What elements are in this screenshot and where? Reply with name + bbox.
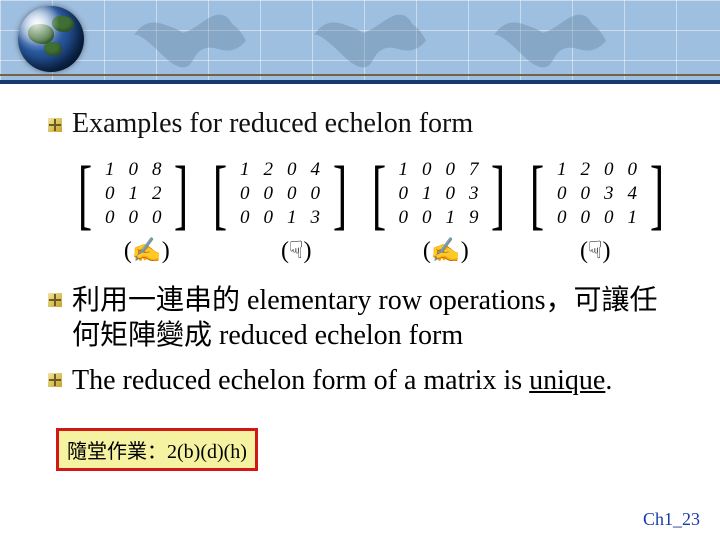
body-text-2: The reduced echelon form of a matrix is … [72, 363, 612, 398]
bullet-item-1: 利用一連串的 elementary row operations，可讓任何矩陣變… [48, 283, 680, 353]
body-text-1: 利用一連串的 elementary row operations，可讓任何矩陣變… [72, 283, 680, 353]
matrix-label: (✍) [371, 236, 521, 265]
matrix-cell: 1 [280, 206, 304, 230]
bracket-right: ] [174, 163, 188, 225]
matrix-cell: 3 [303, 206, 327, 230]
bracket-right: ] [491, 163, 505, 225]
matrix-cell: 7 [462, 158, 486, 182]
matrix-cell: 1 [233, 158, 257, 182]
slide-footer: Ch1_23 [643, 509, 700, 530]
matrix: [108012000] [72, 158, 194, 230]
matrix-cell: 1 [121, 182, 145, 206]
matrix-cell: 0 [597, 158, 621, 182]
matrix-labels: (✍)(☟)(✍)(☟) [72, 236, 680, 265]
matrix-cell: 0 [391, 206, 415, 230]
matrix-cell: 8 [145, 158, 169, 182]
matrix-cell: 2 [573, 158, 597, 182]
matrix-cell: 0 [256, 206, 280, 230]
matrix: [120000340001] [524, 158, 670, 230]
matrix-cell: 1 [415, 182, 439, 206]
bullet-icon [48, 373, 62, 387]
matrix-row: [108012000][120400000013][100701030019][… [72, 158, 680, 230]
matrix-cell: 1 [98, 158, 122, 182]
worldmap-decoration [480, 6, 620, 78]
matrix-cell: 0 [573, 206, 597, 230]
matrix-cell: 0 [573, 182, 597, 206]
matrix-cell: 0 [98, 182, 122, 206]
matrix-cell: 1 [438, 206, 462, 230]
matrix-label: (✍) [72, 236, 222, 265]
bullet-icon [48, 293, 62, 307]
matrix-cell: 0 [415, 158, 439, 182]
matrix-cell: 3 [597, 182, 621, 206]
matrix-label: (☟) [222, 236, 372, 265]
homework-box: 隨堂作業：2(b)(d)(h) [56, 428, 258, 471]
matrix-cell: 0 [415, 206, 439, 230]
matrix-cell: 3 [462, 182, 486, 206]
bracket-left: [ [530, 163, 544, 225]
bracket-left: [ [78, 163, 92, 225]
matrix-cell: 0 [256, 182, 280, 206]
matrix-cell: 0 [233, 206, 257, 230]
matrix-cell: 0 [438, 158, 462, 182]
slide-content: Examples for reduced echelon form [10801… [0, 84, 720, 471]
matrix-cell: 0 [620, 158, 644, 182]
period: . [605, 365, 612, 396]
matrix-cell: 1 [391, 158, 415, 182]
matrix-cell: 0 [233, 182, 257, 206]
matrix-cell: 0 [550, 182, 574, 206]
body-text-2a: The reduced echelon form of a matrix is [72, 365, 529, 396]
heading-text: Examples for reduced echelon form [72, 108, 473, 140]
globe-icon [18, 6, 84, 72]
matrix-cell: 1 [550, 158, 574, 182]
worldmap-decoration [300, 6, 440, 78]
matrix-cell: 0 [303, 182, 327, 206]
matrix-cell: 0 [391, 182, 415, 206]
matrix-cell: 4 [620, 182, 644, 206]
bracket-left: [ [371, 163, 385, 225]
matrix-cell: 0 [438, 182, 462, 206]
matrix-cell: 2 [145, 182, 169, 206]
bracket-right: ] [650, 163, 664, 225]
matrix-label: (☟) [521, 236, 671, 265]
matrix-cell: 0 [98, 206, 122, 230]
matrix-cell: 0 [280, 182, 304, 206]
bracket-left: [ [213, 163, 227, 225]
matrix-cell: 1 [620, 206, 644, 230]
unique-word: unique [529, 365, 605, 396]
bullet-heading: Examples for reduced echelon form [48, 108, 680, 140]
matrix-cell: 0 [145, 206, 169, 230]
matrix-table: 108012000 [98, 158, 169, 230]
matrix: [120400000013] [207, 158, 353, 230]
bullet-icon [48, 118, 62, 132]
matrix-cell: 0 [121, 206, 145, 230]
slide-header [0, 0, 720, 84]
matrix-cell: 0 [597, 206, 621, 230]
matrix-cell: 0 [121, 158, 145, 182]
bracket-right: ] [333, 163, 347, 225]
matrix-cell: 4 [303, 158, 327, 182]
matrix-table: 120400000013 [233, 158, 327, 230]
matrix-cell: 0 [550, 206, 574, 230]
matrix-table: 100701030019 [391, 158, 485, 230]
matrix-cell: 2 [256, 158, 280, 182]
bullet-item-2: The reduced echelon form of a matrix is … [48, 363, 680, 398]
matrix-cell: 0 [280, 158, 304, 182]
matrix: [100701030019] [366, 158, 512, 230]
worldmap-decoration [120, 6, 260, 78]
matrix-cell: 9 [462, 206, 486, 230]
matrix-table: 120000340001 [550, 158, 644, 230]
